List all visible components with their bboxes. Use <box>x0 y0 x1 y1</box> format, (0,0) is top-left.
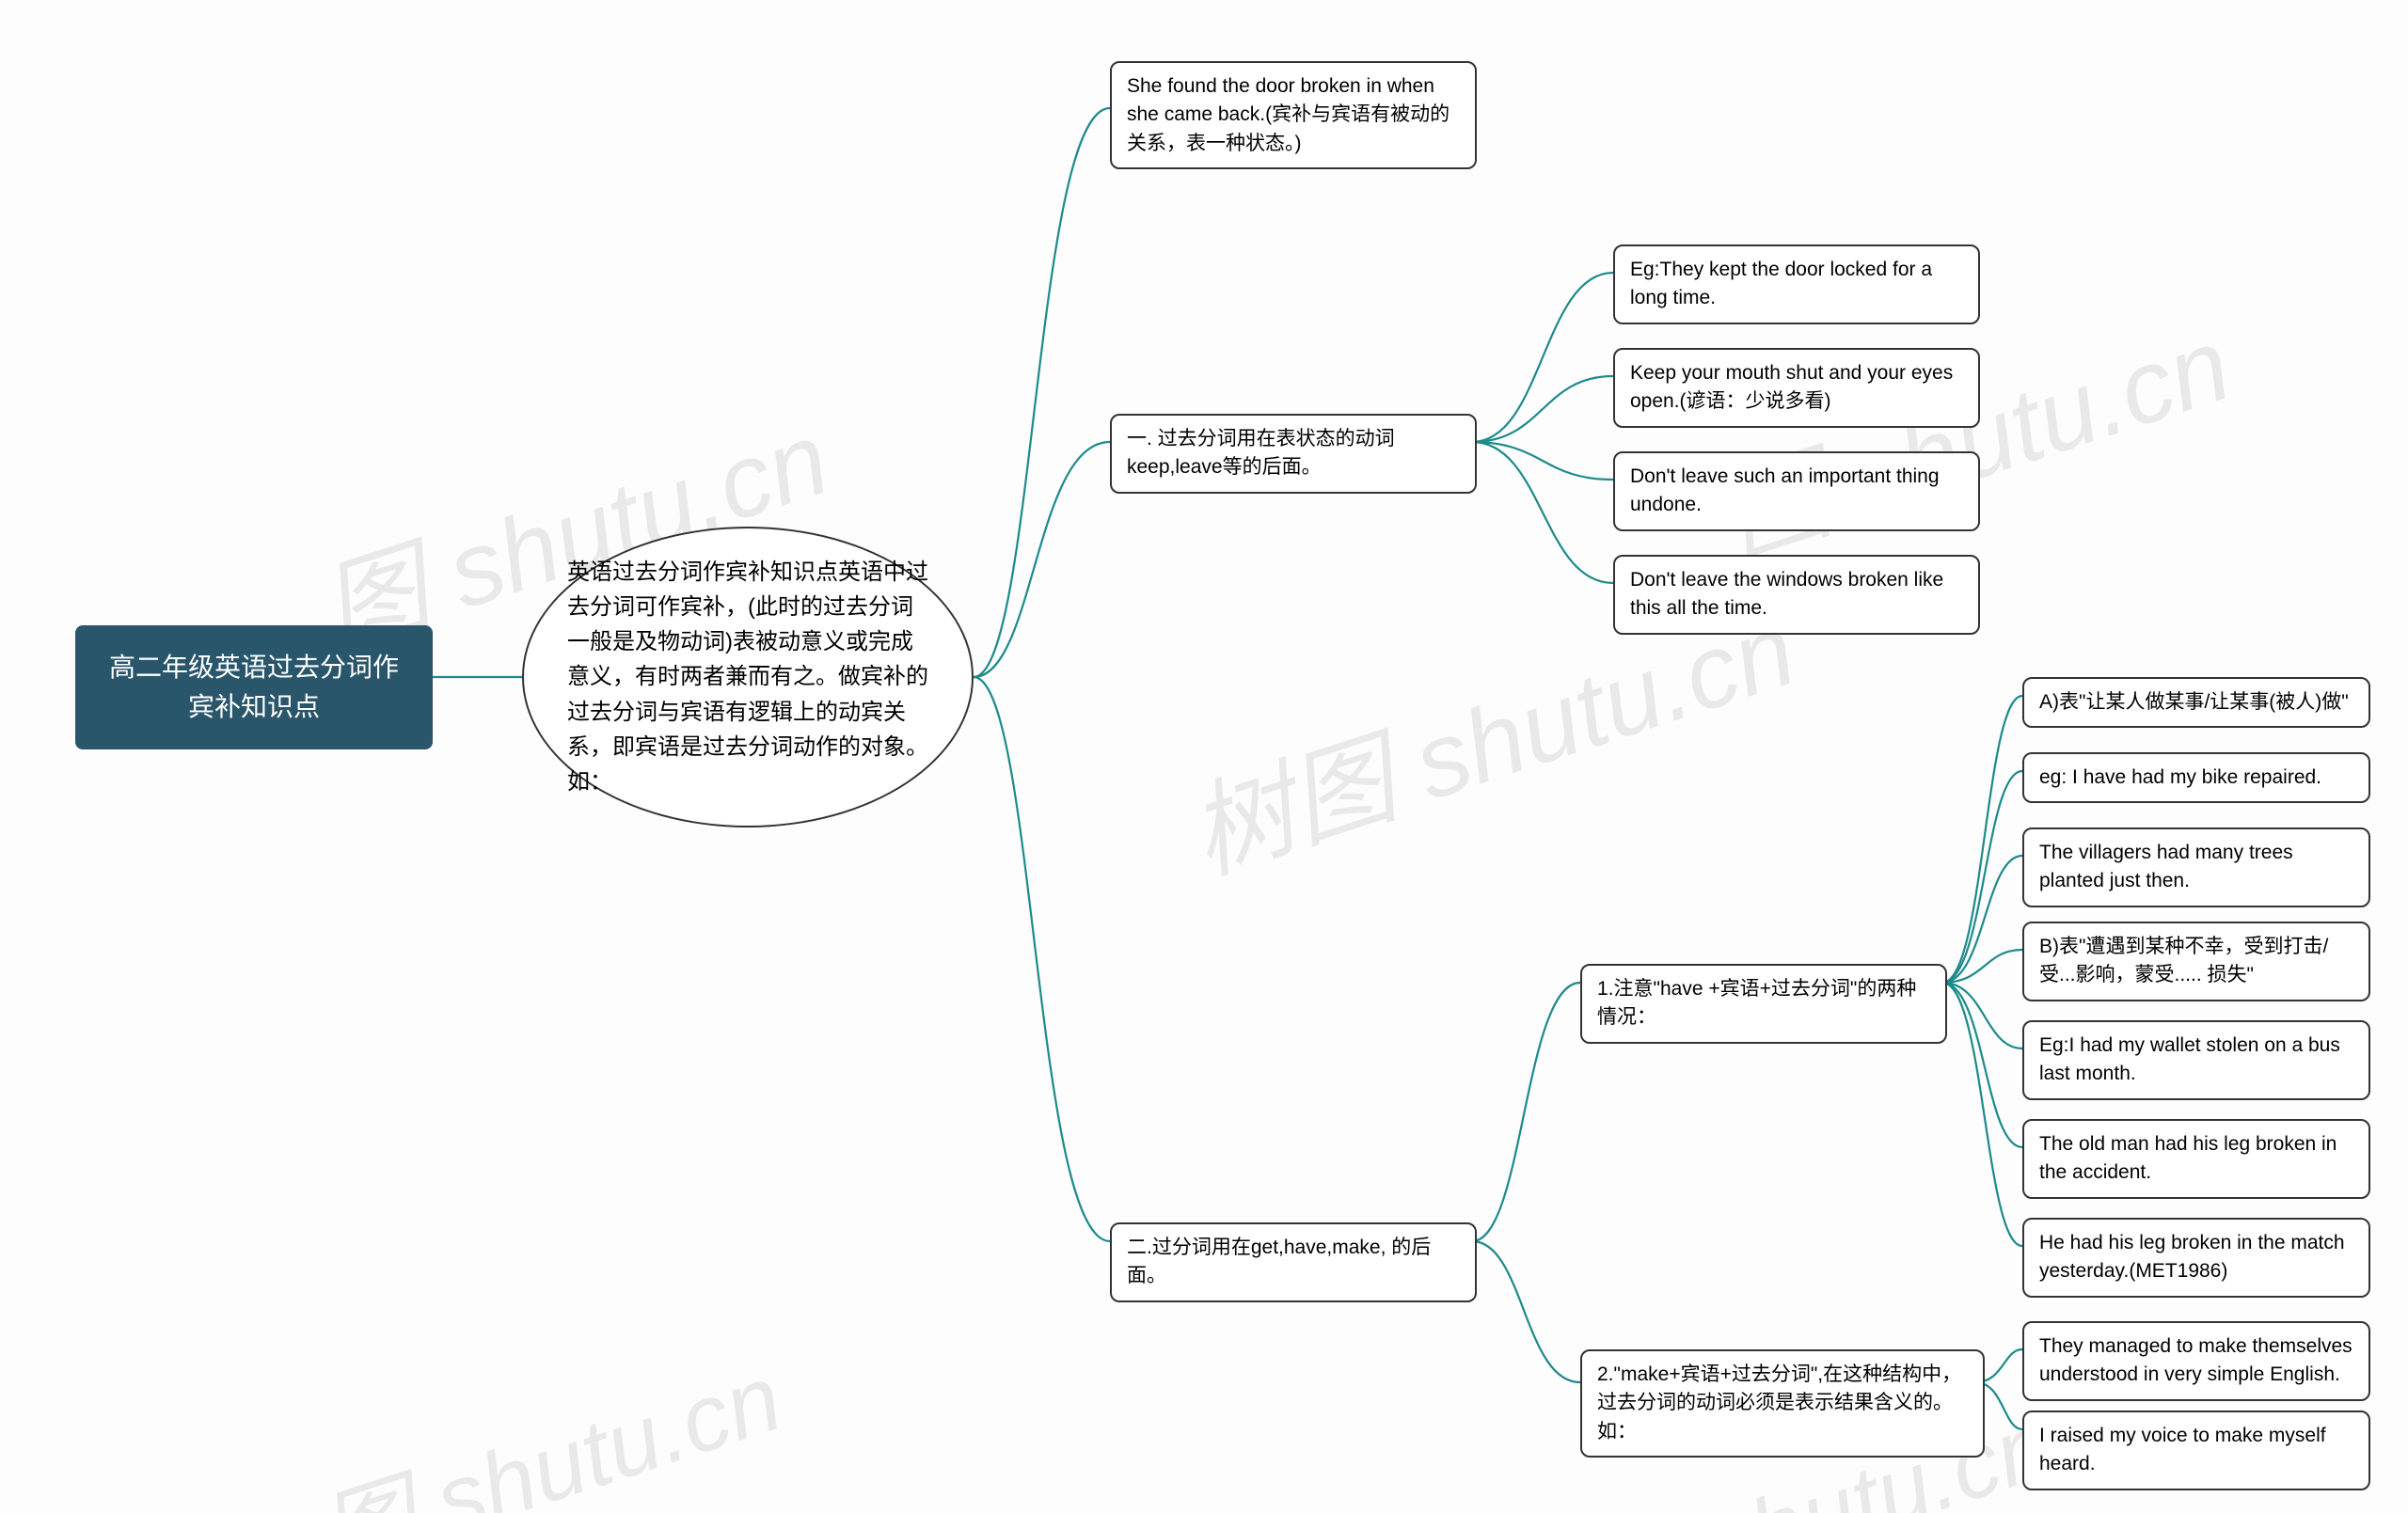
intro-node[interactable]: 英语过去分词作宾补知识点英语中过去分词可作宾补，(此时的过去分词一般是及物动词)… <box>522 527 974 827</box>
node-text: They managed to make themselves understo… <box>2039 1335 2353 1385</box>
node-text: 一. 过去分词用在表状态的动词keep,leave等的后面。 <box>1127 428 1395 478</box>
watermark: 图 shutu.cn <box>301 1321 796 1513</box>
node-sub1-item[interactable]: He had his leg broken in the match yeste… <box>2022 1218 2370 1298</box>
node-text: Don't leave such an important thing undo… <box>1630 465 1940 515</box>
node-text: 2."make+宾语+过去分词",在这种结构中，过去分词的动词必须是表示结果含义… <box>1597 1363 1961 1442</box>
node-keep-item[interactable]: Eg:They kept the door locked for a long … <box>1613 244 1980 324</box>
node-text: The villagers had many trees planted jus… <box>2039 842 2293 891</box>
node-example-found[interactable]: She found the door broken in when she ca… <box>1110 61 1477 169</box>
node-text: 1.注意"have +宾语+过去分词"的两种情况： <box>1597 978 1916 1028</box>
node-text: She found the door broken in when she ca… <box>1127 75 1450 154</box>
node-text: Keep your mouth shut and your eyes open.… <box>1630 362 1953 412</box>
node-keep-item[interactable]: Don't leave the windows broken like this… <box>1613 555 1980 635</box>
root-title: 高二年级英语过去分词作宾补知识点 <box>109 653 399 721</box>
node-sub2-item[interactable]: I raised my voice to make myself heard. <box>2022 1411 2370 1490</box>
node-text: eg: I have had my bike repaired. <box>2039 766 2321 788</box>
node-sub1-item[interactable]: The villagers had many trees planted jus… <box>2022 827 2370 907</box>
node-text: B)表"遭遇到某种不幸，受到打击/受...影响，蒙受..... 损失" <box>2039 936 2328 985</box>
node-text: The old man had his leg broken in the ac… <box>2039 1133 2337 1183</box>
node-sub1-item[interactable]: B)表"遭遇到某种不幸，受到打击/受...影响，蒙受..... 损失" <box>2022 922 2370 1001</box>
node-sub1-item[interactable]: Eg:I had my wallet stolen on a bus last … <box>2022 1020 2370 1100</box>
root-node[interactable]: 高二年级英语过去分词作宾补知识点 <box>75 625 433 749</box>
node-sub2-item[interactable]: They managed to make themselves understo… <box>2022 1321 2370 1401</box>
node-keep-item[interactable]: Keep your mouth shut and your eyes open.… <box>1613 348 1980 428</box>
mindmap-canvas: 图 shutu.cn 图 shutu.cn 树图 shutu.cn 图 shut… <box>0 0 2408 1513</box>
node-sub1-item[interactable]: A)表"让某人做某事/让某事(被人)做" <box>2022 677 2370 728</box>
node-text: Eg:I had my wallet stolen on a bus last … <box>2039 1034 2340 1084</box>
node-sub1-item[interactable]: eg: I have had my bike repaired. <box>2022 752 2370 803</box>
node-text: I raised my voice to make myself heard. <box>2039 1425 2326 1474</box>
node-text: Don't leave the windows broken like this… <box>1630 569 1943 619</box>
intro-text: 英语过去分词作宾补知识点英语中过去分词可作宾补，(此时的过去分词一般是及物动词)… <box>567 555 928 799</box>
node-text: He had his leg broken in the match yeste… <box>2039 1232 2345 1282</box>
node-get-have-make[interactable]: 二.过分词用在get,have,make, 的后面。 <box>1110 1222 1477 1302</box>
node-sub1-item[interactable]: The old man had his leg broken in the ac… <box>2022 1119 2370 1199</box>
node-text: 二.过分词用在get,have,make, 的后面。 <box>1127 1237 1431 1286</box>
node-text: A)表"让某人做某事/让某事(被人)做" <box>2039 691 2349 713</box>
node-keep-item[interactable]: Don't leave such an important thing undo… <box>1613 451 1980 531</box>
node-keep-leave[interactable]: 一. 过去分词用在表状态的动词keep,leave等的后面。 <box>1110 414 1477 494</box>
watermark: 图 shutu.cn <box>1702 280 2246 585</box>
node-text: Eg:They kept the door locked for a long … <box>1630 259 1932 308</box>
node-sub1[interactable]: 1.注意"have +宾语+过去分词"的两种情况： <box>1580 964 1947 1044</box>
node-sub2[interactable]: 2."make+宾语+过去分词",在这种结构中，过去分词的动词必须是表示结果含义… <box>1580 1349 1985 1458</box>
